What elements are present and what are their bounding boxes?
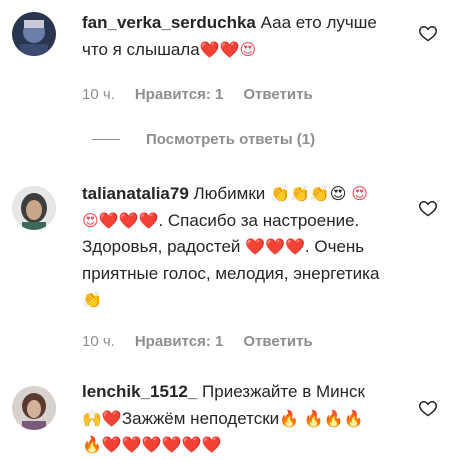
- view-replies-label: Посмотреть ответы (1): [146, 131, 316, 148]
- heart-outline-icon[interactable]: [418, 398, 438, 418]
- emoji: ❤️❤️😍: [199, 39, 257, 59]
- view-replies-button[interactable]: Посмотреть ответы (1): [92, 131, 315, 148]
- comment-username[interactable]: talianatalia79: [82, 184, 189, 203]
- comment-body: Зажжём неподетски: [121, 408, 280, 428]
- comment-meta: 10 ч. Нравится: 1 Ответить: [82, 333, 313, 350]
- heart-outline-icon[interactable]: [418, 23, 438, 43]
- comment-body: Любимки: [193, 184, 266, 203]
- comment-meta: 10 ч. Нравится: 1 Ответить: [82, 86, 313, 103]
- heart-outline-icon[interactable]: [418, 198, 438, 218]
- like-count[interactable]: Нравится: 1: [135, 333, 224, 350]
- divider: [92, 139, 120, 140]
- comment-username[interactable]: lenchik_1512_: [82, 382, 197, 401]
- emoji: 👏👏👏😍: [270, 184, 347, 203]
- comment-time[interactable]: 10 ч.: [82, 86, 115, 103]
- reply-button[interactable]: Ответить: [243, 86, 312, 103]
- emoji: 👏: [82, 290, 102, 309]
- reply-button[interactable]: Ответить: [243, 333, 312, 350]
- comment-time[interactable]: 10 ч.: [82, 333, 115, 350]
- comment-text: fan_verka_serduchka Ааа ето лучше что я …: [82, 10, 382, 63]
- avatar[interactable]: [12, 386, 56, 430]
- avatar[interactable]: [12, 186, 56, 230]
- comment-body: Приезжайте в Минск: [202, 382, 365, 401]
- comment-text: talianatalia79 Любимки 👏👏👏😍 😍😍❤️❤️❤️. Сп…: [82, 181, 382, 314]
- emoji: 🔥: [279, 408, 300, 428]
- emoji: 🙌❤️: [82, 408, 122, 428]
- emoji: ❤️❤️❤️: [245, 237, 305, 256]
- avatar[interactable]: [12, 12, 56, 56]
- comment-username[interactable]: fan_verka_serduchka: [82, 13, 256, 32]
- comment-text: lenchik_1512_ Приезжайте в Минск 🙌❤️Зажжё…: [82, 379, 382, 459]
- like-count[interactable]: Нравится: 1: [135, 86, 224, 103]
